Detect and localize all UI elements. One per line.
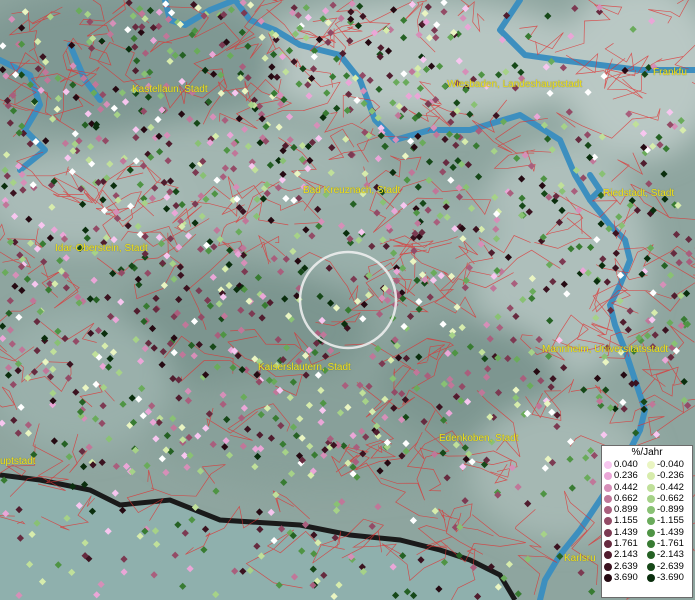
legend-row: 1.155 -1.155 bbox=[602, 515, 692, 526]
legend-value-negative: -0.662 bbox=[657, 492, 684, 504]
legend-value-negative: -3.690 bbox=[657, 571, 684, 583]
city-label: Wiesbaden, Landeshauptstadt bbox=[447, 79, 583, 90]
legend-swatch-negative bbox=[647, 472, 655, 481]
legend-value-negative: -1.155 bbox=[657, 515, 684, 527]
city-label: Bad Kreuznach, Stadt bbox=[303, 185, 401, 196]
legend-swatch-negative bbox=[647, 517, 655, 526]
legend-value-negative: -0.236 bbox=[657, 470, 684, 482]
city-label: Riedstadt, Stadt bbox=[603, 188, 675, 199]
city-label: Edenkoben, Stadt bbox=[439, 433, 519, 444]
legend-value-positive: 1.439 bbox=[614, 526, 638, 538]
legend-row: 3.690 -3.690 bbox=[602, 572, 692, 583]
legend-swatch-positive bbox=[604, 494, 612, 503]
legend-swatch-positive bbox=[604, 551, 612, 560]
city-label: Kaiserslautern, Stadt bbox=[258, 362, 351, 373]
legend-row: 0.899 -0.899 bbox=[602, 504, 692, 515]
legend-row: 0.040 -0.040 bbox=[602, 459, 692, 470]
legend-swatch-negative bbox=[647, 551, 655, 560]
legend-value-positive: 3.690 bbox=[614, 571, 638, 583]
legend-value-negative: -1.761 bbox=[657, 538, 684, 550]
map-legend: %/Jahr 0.040 -0.040 0.236 -0.236 0.442 -0.442… bbox=[601, 445, 693, 598]
legend-swatch-positive bbox=[604, 528, 612, 537]
legend-swatch-negative bbox=[647, 483, 655, 492]
legend-value-negative: -0.442 bbox=[657, 481, 684, 493]
legend-row: 2.639 -2.639 bbox=[602, 561, 692, 572]
legend-swatch-positive bbox=[604, 562, 612, 571]
legend-swatch-positive bbox=[604, 472, 612, 481]
legend-value-positive: 2.143 bbox=[614, 549, 638, 561]
legend-swatch-negative bbox=[647, 528, 655, 537]
legend-rows: 0.040 -0.040 0.236 -0.236 0.442 -0.442 0.662 -0… bbox=[602, 459, 692, 583]
legend-value-positive: 0.040 bbox=[614, 459, 638, 470]
city-label: Karlsru bbox=[564, 553, 596, 564]
legend-value-positive: 1.761 bbox=[614, 538, 638, 550]
legend-swatch-negative bbox=[647, 540, 655, 549]
legend-swatch-negative bbox=[647, 573, 655, 582]
legend-value-positive: 0.442 bbox=[614, 481, 638, 493]
legend-swatch-positive bbox=[604, 573, 612, 582]
legend-title: %/Jahr bbox=[631, 447, 663, 458]
legend-value-positive: 0.662 bbox=[614, 492, 638, 504]
legend-value-positive: 0.899 bbox=[614, 504, 638, 516]
legend-swatch-negative bbox=[647, 562, 655, 571]
city-label: uptstadt bbox=[0, 456, 36, 467]
city-label: Idar-Oberstein, Stadt bbox=[55, 243, 148, 254]
legend-row: 0.662 -0.662 bbox=[602, 493, 692, 504]
legend-swatch-negative bbox=[647, 494, 655, 503]
legend-swatch-positive bbox=[604, 483, 612, 492]
map-view[interactable]: Kastellaun, Stadt Wiesbaden, Landeshaupts… bbox=[0, 0, 695, 600]
city-label: Kastellaun, Stadt bbox=[132, 84, 208, 95]
legend-row: 0.236 -0.236 bbox=[602, 470, 692, 481]
legend-swatch-positive bbox=[604, 517, 612, 526]
city-label: Frankfu bbox=[653, 67, 687, 78]
legend-value-positive: 2.639 bbox=[614, 560, 638, 572]
legend-value-negative: -0.899 bbox=[657, 504, 684, 516]
legend-swatch-negative bbox=[647, 506, 655, 515]
legend-value-positive: 0.236 bbox=[614, 470, 638, 482]
city-label: Mannheim, Universitätsstadt bbox=[542, 344, 669, 355]
legend-swatch-positive bbox=[604, 461, 612, 469]
legend-row: 0.442 -0.442 bbox=[602, 482, 692, 493]
legend-swatch-positive bbox=[604, 506, 612, 515]
legend-value-negative: -2.639 bbox=[657, 560, 684, 572]
legend-swatch-negative bbox=[647, 461, 655, 469]
legend-row: 1.439 -1.439 bbox=[602, 527, 692, 538]
legend-value-positive: 1.155 bbox=[614, 515, 638, 527]
legend-value-negative: -2.143 bbox=[657, 549, 684, 561]
legend-value-negative: -1.439 bbox=[657, 526, 684, 538]
map-canvas bbox=[0, 0, 695, 600]
legend-swatch-positive bbox=[604, 540, 612, 549]
legend-row: 2.143 -2.143 bbox=[602, 549, 692, 560]
legend-row: 1.761 -1.761 bbox=[602, 538, 692, 549]
legend-value-negative: -0.040 bbox=[657, 459, 684, 470]
